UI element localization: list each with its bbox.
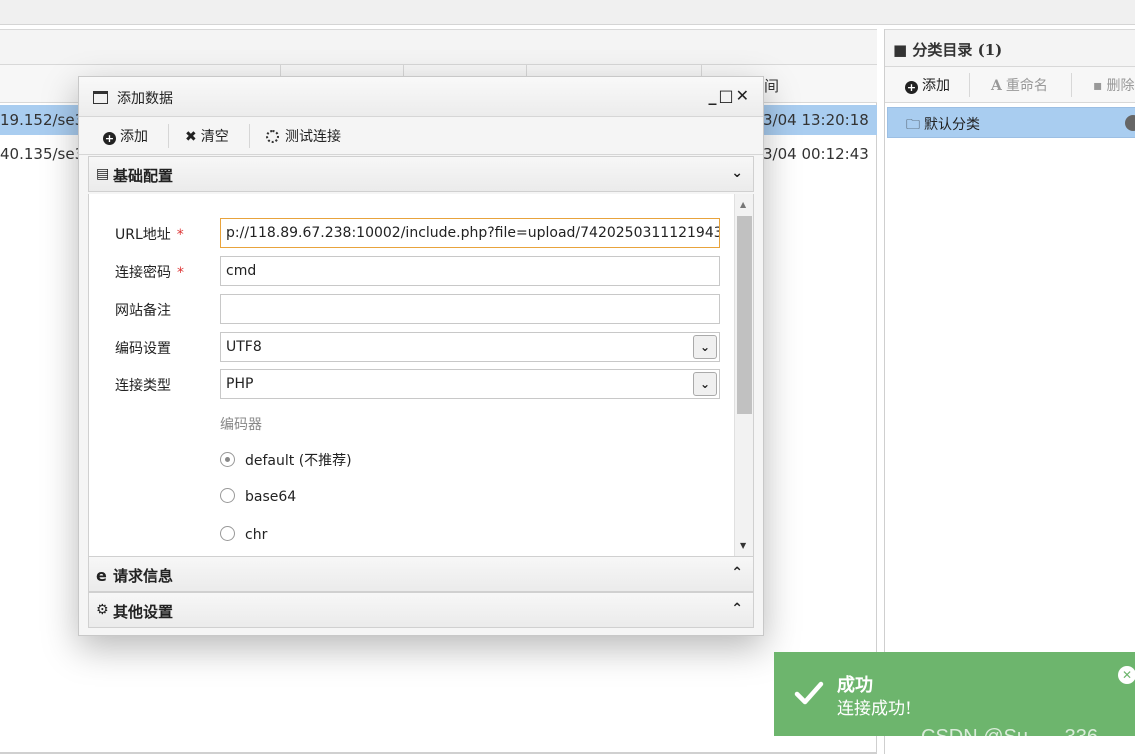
dialog-toolbar: + 添加 ✖ 清空 测试连接: [79, 117, 763, 155]
window-controls: _□✕: [708, 86, 751, 105]
checkmark-icon: [794, 681, 824, 705]
toolbar-separator: [249, 124, 250, 148]
section-title: 请求信息: [113, 567, 174, 585]
basic-config-form: URL地址 * p://118.89.67.238:10002/include.p…: [88, 194, 754, 556]
url-label: URL地址 *: [115, 224, 184, 244]
scroll-thumb[interactable]: [737, 216, 752, 414]
chevron-up-icon[interactable]: ⌃: [731, 565, 743, 581]
add-category-label: 添加: [922, 78, 950, 94]
category-item-label: 🗀 默认分类: [906, 114, 980, 138]
row-url: 19.152/se3: [0, 111, 85, 129]
url-label-text: URL地址: [115, 227, 171, 243]
clear-button-label: 清空: [200, 129, 229, 145]
browser-e-icon: e: [96, 566, 107, 585]
scroll-up-icon[interactable]: ▲: [740, 200, 746, 209]
document-icon: ▤: [96, 166, 110, 182]
encoder-radio-default[interactable]: default (不推荐): [220, 450, 352, 470]
required-mark: *: [177, 265, 184, 281]
section-title: 基础配置: [113, 167, 174, 185]
radio-label: chr: [245, 527, 268, 543]
rename-category-button[interactable]: A 重命名: [991, 75, 1048, 95]
encoder-radio-chr[interactable]: chr: [220, 526, 267, 543]
type-select[interactable]: PHP ⌄: [220, 369, 720, 399]
rename-label: 重命名: [1005, 78, 1048, 94]
x-icon: ✖: [185, 129, 197, 145]
spinner-icon: [266, 130, 279, 143]
section-basic-config[interactable]: ▤ 基础配置 ⌄: [88, 156, 754, 192]
folder-outline-icon: 🗀: [906, 117, 920, 133]
scroll-down-icon[interactable]: ▼: [740, 541, 746, 550]
category-badge: [1125, 115, 1135, 131]
password-label: 连接密码 *: [115, 262, 184, 282]
delete-category-button[interactable]: ▪ 删除: [1093, 75, 1135, 95]
column-header-time[interactable]: 间: [764, 75, 779, 96]
folder-icon: ■: [893, 41, 908, 59]
section-title: 其他设置: [113, 603, 174, 621]
radio-label: base64: [245, 489, 297, 505]
add-category-button[interactable]: + 添加: [905, 75, 950, 95]
category-sidebar: ■ 分类目录 (1) + 添加 A 重命名 ▪ 删除 🗀 默认分类: [884, 29, 1135, 754]
toolbar-separator: [969, 73, 970, 97]
radio-label: default (不推荐): [245, 453, 352, 469]
note-input[interactable]: [220, 294, 720, 324]
window-icon: [93, 91, 108, 104]
chevron-down-icon[interactable]: ⌄: [693, 372, 717, 396]
note-label: 网站备注: [115, 303, 171, 319]
close-button[interactable]: ✕: [736, 86, 751, 105]
section-other-settings[interactable]: ⚙ 其他设置 ⌃: [88, 592, 754, 628]
dialog-title: 添加数据: [117, 91, 173, 107]
radio-unchecked-icon[interactable]: [220, 526, 235, 541]
password-label-text: 连接密码: [115, 265, 171, 281]
toolbar-separator: [1071, 73, 1072, 97]
radio-unchecked-icon[interactable]: [220, 488, 235, 503]
row-time: 3/04 13:20:18: [763, 111, 869, 129]
password-input[interactable]: cmd: [220, 256, 720, 286]
encoding-select[interactable]: UTF8 ⌄: [220, 332, 720, 362]
gears-icon: ⚙: [96, 602, 109, 618]
encoder-radio-base64[interactable]: base64: [220, 488, 296, 505]
delete-label: 删除: [1106, 78, 1135, 94]
add-data-dialog: 添加数据 _□✕ + 添加 ✖ 清空 测试连接 ▤ 基础配置 ⌄ URL地址 * p:…: [78, 76, 764, 636]
encoder-label: 编码器: [220, 417, 262, 433]
toast-close-icon[interactable]: ✕: [1118, 666, 1135, 684]
sidebar-title-text: 分类目录 (1): [912, 41, 1003, 59]
encoding-label: 编码设置: [115, 341, 171, 357]
test-connection-button[interactable]: 测试连接: [266, 126, 341, 146]
section-request-info[interactable]: e 请求信息 ⌃: [88, 556, 754, 592]
sidebar-toolbar: + 添加 A 重命名 ▪ 删除: [885, 67, 1135, 103]
chevron-down-icon[interactable]: ⌄: [693, 335, 717, 359]
form-scrollbar[interactable]: ▲ ▼: [734, 194, 753, 556]
maximize-button[interactable]: □: [718, 86, 735, 105]
row-url: 40.135/se3: [0, 145, 85, 163]
dialog-titlebar[interactable]: 添加数据 _□✕: [79, 77, 763, 117]
type-label: 连接类型: [115, 378, 171, 394]
plus-circle-icon: +: [905, 81, 918, 94]
trash-icon: ▪: [1093, 78, 1103, 94]
radio-checked-icon[interactable]: [220, 452, 235, 467]
sidebar-header: ■ 分类目录 (1): [885, 29, 1135, 67]
font-a-icon: A: [991, 78, 1002, 94]
app-top-bar: [0, 0, 1135, 25]
add-button-label: 添加: [120, 129, 148, 145]
watermark-text: CSDN @Sʜ . 336: [921, 726, 1098, 748]
toast-message: 连接成功!: [837, 699, 912, 719]
encoding-value: UTF8: [226, 339, 262, 355]
required-mark: *: [176, 227, 184, 243]
category-item-default[interactable]: 🗀 默认分类: [887, 107, 1135, 138]
sidebar-title: ■ 分类目录 (1): [893, 39, 1002, 60]
clear-button[interactable]: ✖ 清空: [185, 126, 229, 146]
type-value: PHP: [226, 376, 254, 392]
test-connection-label: 测试连接: [285, 129, 341, 145]
toolbar-separator: [168, 124, 169, 148]
main-panel-header: [0, 29, 877, 65]
add-button[interactable]: + 添加: [103, 126, 148, 146]
minimize-button[interactable]: _: [708, 86, 718, 105]
chevron-down-icon[interactable]: ⌄: [731, 165, 743, 181]
chevron-up-icon[interactable]: ⌃: [731, 601, 743, 617]
plus-circle-icon: +: [103, 132, 116, 145]
row-time: 3/04 00:12:43: [763, 145, 869, 163]
url-input[interactable]: p://118.89.67.238:10002/include.php?file…: [220, 218, 720, 248]
category-name: 默认分类: [924, 117, 980, 133]
